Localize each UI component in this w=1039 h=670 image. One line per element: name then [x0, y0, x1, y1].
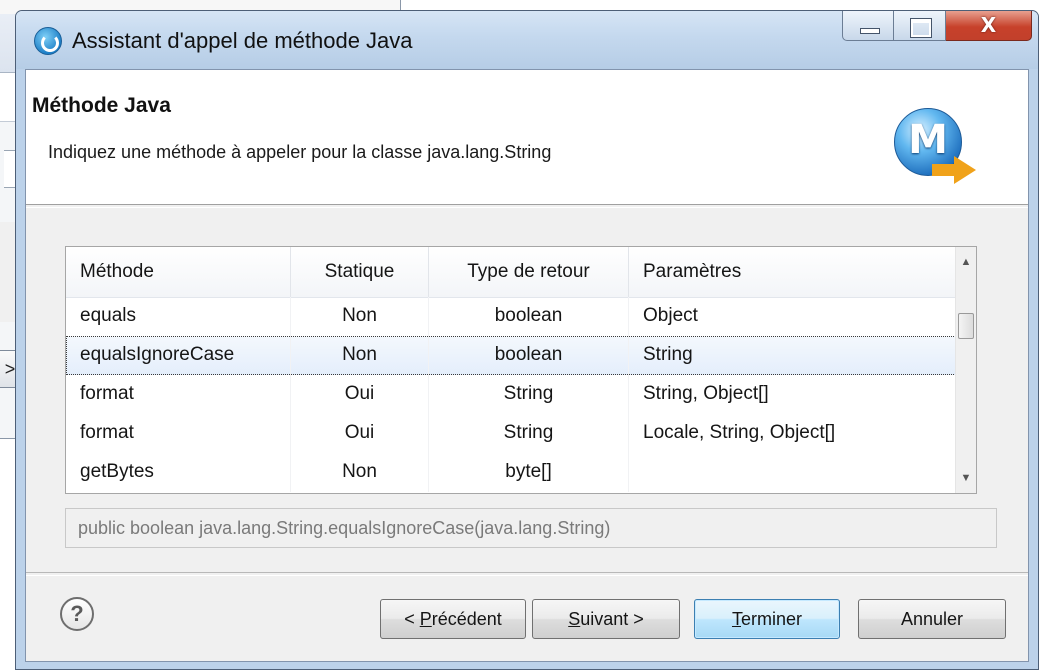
- table-row-selected[interactable]: equalsIgnoreCase Non boolean String: [66, 336, 958, 375]
- arrow-icon-tail: [932, 164, 956, 176]
- cell-method: format: [66, 414, 291, 453]
- previous-label-prefix: <: [404, 609, 420, 629]
- previous-label-mnemonic: P: [419, 609, 432, 629]
- table-row[interactable]: equals Non boolean Object: [66, 297, 958, 336]
- cell-method: equals: [66, 297, 291, 336]
- column-header-method[interactable]: Méthode: [66, 247, 291, 297]
- window-controls: X: [842, 11, 1032, 41]
- previous-label-rest: récédent: [431, 609, 502, 629]
- table-row[interactable]: format Oui String Locale, String, Object…: [66, 414, 958, 453]
- cancel-button[interactable]: Annuler: [858, 599, 1006, 639]
- help-icon[interactable]: ?: [60, 597, 94, 631]
- next-label-mnemonic: S: [568, 609, 581, 629]
- wizard-header: Méthode Java Indiquez une méthode à appe…: [26, 70, 1028, 204]
- table-row[interactable]: getBytes Non byte[]: [66, 453, 958, 492]
- java-method-wizard-dialog: Assistant d'appel de méthode Java X Méth…: [15, 10, 1039, 670]
- table-row[interactable]: format Oui String String, Object[]: [66, 375, 958, 414]
- title-bar[interactable]: Assistant d'appel de méthode Java X: [16, 11, 1038, 69]
- cell-return-type: byte[]: [429, 453, 629, 492]
- method-signature-field: public boolean java.lang.String.equalsIg…: [65, 508, 997, 548]
- column-header-return-type[interactable]: Type de retour: [429, 247, 629, 297]
- close-button[interactable]: X: [946, 11, 1032, 41]
- methods-table: Méthode Statique Type de retour Paramètr…: [65, 246, 977, 494]
- table-header: Méthode Statique Type de retour Paramètr…: [66, 247, 958, 298]
- finish-button[interactable]: Terminer: [694, 599, 840, 639]
- column-header-parameters[interactable]: Paramètres: [629, 247, 958, 297]
- table-body: equals Non boolean Object equalsIgnoreCa…: [66, 297, 958, 492]
- cell-parameters: String, Object[]: [629, 375, 958, 414]
- cell-parameters: Object: [629, 297, 958, 336]
- cell-method: getBytes: [66, 453, 291, 492]
- cell-static: Non: [291, 453, 429, 492]
- next-button[interactable]: Suivant >: [532, 599, 680, 639]
- cell-return-type: String: [429, 375, 629, 414]
- scrollbar-thumb[interactable]: [958, 313, 974, 339]
- maximize-button[interactable]: [894, 11, 946, 41]
- dialog-client-area: Méthode Java Indiquez une méthode à appe…: [25, 69, 1029, 662]
- cell-parameters: [629, 453, 958, 492]
- table-scrollbar[interactable]: ▲ ▼: [955, 247, 976, 493]
- cell-static: Oui: [291, 375, 429, 414]
- minimize-icon: [860, 28, 880, 34]
- close-icon: X: [980, 13, 997, 37]
- cell-return-type: boolean: [429, 336, 629, 375]
- cell-static: Non: [291, 336, 429, 375]
- cell-static: Non: [291, 297, 429, 336]
- finish-label-mnemonic: T: [731, 609, 741, 629]
- cell-parameters: String: [629, 336, 958, 375]
- arrow-icon: [954, 156, 976, 184]
- cell-method: equalsIgnoreCase: [66, 336, 291, 375]
- window-title: Assistant d'appel de méthode Java: [72, 28, 413, 53]
- page-title: Méthode Java: [32, 94, 171, 117]
- page-description: Indiquez une méthode à appeler pour la c…: [48, 142, 552, 162]
- maximize-icon: [910, 18, 932, 38]
- cell-method: format: [66, 375, 291, 414]
- scroll-down-icon[interactable]: ▼: [956, 467, 976, 489]
- footer-divider: [26, 572, 1028, 576]
- cell-static: Oui: [291, 414, 429, 453]
- column-header-static[interactable]: Statique: [291, 247, 429, 297]
- previous-button[interactable]: < Précédent: [380, 599, 526, 639]
- minimize-button[interactable]: [842, 11, 894, 41]
- finish-label-rest: erminer: [740, 609, 802, 629]
- logo-letter: M: [908, 117, 948, 163]
- header-divider: [26, 204, 1028, 208]
- scroll-up-icon[interactable]: ▲: [956, 251, 976, 273]
- cell-return-type: boolean: [429, 297, 629, 336]
- next-label-rest: uivant >: [580, 609, 644, 629]
- app-icon: [34, 27, 62, 55]
- cell-return-type: String: [429, 414, 629, 453]
- cell-parameters: Locale, String, Object[]: [629, 414, 958, 453]
